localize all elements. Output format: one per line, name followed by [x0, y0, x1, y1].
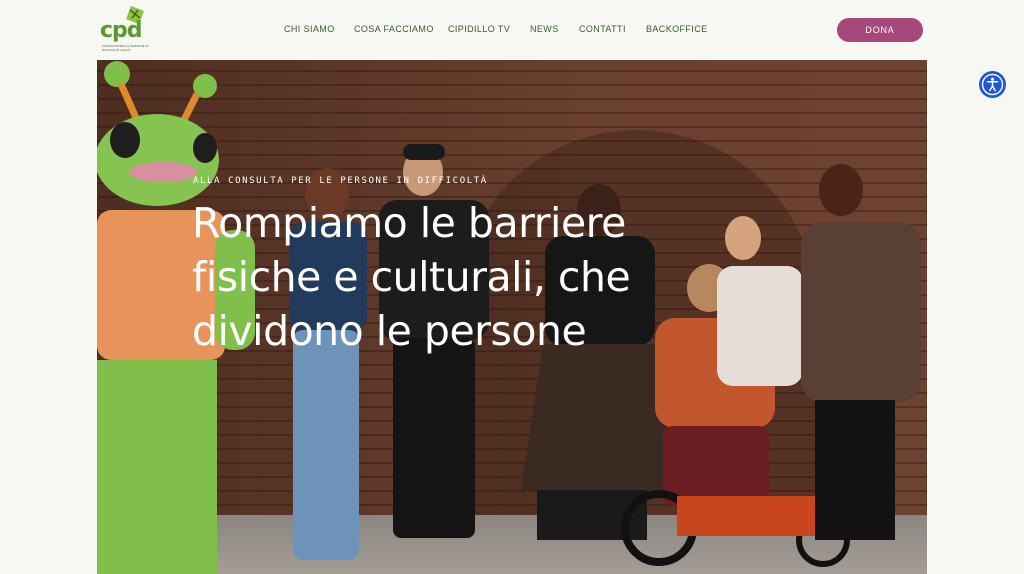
nav-chi-siamo[interactable]: CHI SIAMO: [284, 24, 335, 34]
nav-cipidillo-tv[interactable]: CIPIDILLO TV: [448, 24, 510, 34]
hero-headline: Rompiamo le barriere fisiche e culturali…: [192, 199, 631, 355]
nav-cosa-facciamo[interactable]: COSA FACCIAMO: [354, 24, 434, 34]
person-woman-dress: [801, 164, 921, 540]
hero-banner: ALLA CONSULTA PER LE PERSONE IN DIFFICOL…: [97, 60, 927, 574]
logo-wordmark: cpd: [100, 18, 143, 43]
hero-eyebrow: ALLA CONSULTA PER LE PERSONE IN DIFFICOL…: [193, 176, 488, 186]
nav-contatti[interactable]: CONTATTI: [579, 24, 626, 34]
donate-button[interactable]: DONA: [837, 18, 923, 42]
nav-backoffice[interactable]: BACKOFFICE: [646, 24, 708, 34]
cpd-logo[interactable]: cpd CONSULTA PER LE PERSONE IN DIFFICOLT…: [100, 6, 152, 54]
accessibility-icon: [981, 73, 1004, 96]
nav-news[interactable]: NEWS: [530, 24, 559, 34]
person-older-woman: [717, 216, 803, 386]
site-header: cpd CONSULTA PER LE PERSONE IN DIFFICOLT…: [0, 0, 1024, 60]
accessibility-button[interactable]: [979, 71, 1006, 98]
logo-tagline: CONSULTA PER LE PERSONE IN DIFFICOLTÀ ON…: [102, 44, 149, 52]
